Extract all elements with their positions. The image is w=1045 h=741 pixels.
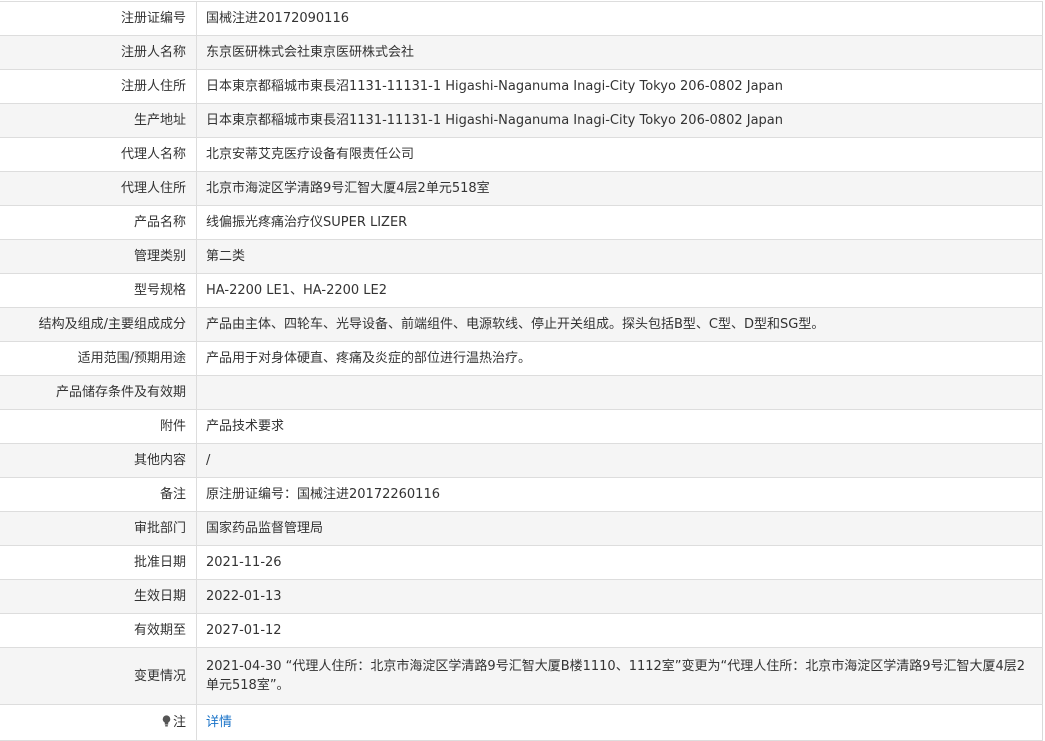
row-value: 产品由主体、四轮车、光导设备、前端组件、电源软线、停止开关组成。探头包括B型、C… xyxy=(196,307,1043,342)
table-row: 批准日期 2021-11-26 xyxy=(0,545,1043,580)
row-value: 东京医研株式会社東京医研株式会社 xyxy=(196,35,1043,70)
table-row: 变更情况 2021-04-30 “代理人住所：北京市海淀区学清路9号汇智大厦B楼… xyxy=(0,647,1043,705)
registration-detail-table: 注册证编号 国械注进20172090116 注册人名称 东京医研株式会社東京医研… xyxy=(0,1,1043,741)
row-value: 2021-11-26 xyxy=(196,545,1043,580)
table-row: 附件 产品技术要求 xyxy=(0,409,1043,444)
row-value: 日本東京都稲城市東長沼1131-11131-1 Higashi-Naganuma… xyxy=(196,103,1043,138)
row-label: 变更情况 xyxy=(0,647,197,705)
table-row: 生产地址 日本東京都稲城市東長沼1131-11131-1 Higashi-Nag… xyxy=(0,103,1043,138)
row-value: 国械注进20172090116 xyxy=(196,1,1043,36)
table-row: 注册人住所 日本東京都稲城市東長沼1131-11131-1 Higashi-Na… xyxy=(0,69,1043,104)
row-label: 有效期至 xyxy=(0,613,197,648)
table-row: 审批部门 国家药品监督管理局 xyxy=(0,511,1043,546)
row-label: 注册证编号 xyxy=(0,1,197,36)
row-value: 2021-04-30 “代理人住所：北京市海淀区学清路9号汇智大厦B楼1110、… xyxy=(196,647,1043,705)
table-row: 代理人住所 北京市海淀区学清路9号汇智大厦4层2单元518室 xyxy=(0,171,1043,206)
details-link[interactable]: 详情 xyxy=(206,715,232,730)
row-value: 产品用于对身体硬直、疼痛及炎症的部位进行温热治疗。 xyxy=(196,341,1043,376)
row-label: 管理类别 xyxy=(0,239,197,274)
table-row: 其他内容 / xyxy=(0,443,1043,478)
table-row: 备注 原注册证编号：国械注进20172260116 xyxy=(0,477,1043,512)
table-row: 适用范围/预期用途 产品用于对身体硬直、疼痛及炎症的部位进行温热治疗。 xyxy=(0,341,1043,376)
row-value: 原注册证编号：国械注进20172260116 xyxy=(196,477,1043,512)
table-row: 注册人名称 东京医研株式会社東京医研株式会社 xyxy=(0,35,1043,70)
row-label: 代理人名称 xyxy=(0,137,197,172)
row-label: 型号规格 xyxy=(0,273,197,308)
row-value: 北京市海淀区学清路9号汇智大厦4层2单元518室 xyxy=(196,171,1043,206)
table-row: 型号规格 HA-2200 LE1、HA-2200 LE2 xyxy=(0,273,1043,308)
row-label: 其他内容 xyxy=(0,443,197,478)
row-label: 审批部门 xyxy=(0,511,197,546)
row-label: 产品名称 xyxy=(0,205,197,240)
note-label-cell: 注 xyxy=(0,704,197,741)
row-value: / xyxy=(196,443,1043,478)
row-value: 国家药品监督管理局 xyxy=(196,511,1043,546)
table-row: 管理类别 第二类 xyxy=(0,239,1043,274)
row-label: 产品储存条件及有效期 xyxy=(0,375,197,410)
row-label: 结构及组成/主要组成成分 xyxy=(0,307,197,342)
lightbulb-icon xyxy=(162,715,171,727)
row-value: 产品技术要求 xyxy=(196,409,1043,444)
table-row: 产品储存条件及有效期 xyxy=(0,375,1043,410)
table-row: 生效日期 2022-01-13 xyxy=(0,579,1043,614)
row-label: 注册人住所 xyxy=(0,69,197,104)
row-value: 2027-01-12 xyxy=(196,613,1043,648)
row-value: HA-2200 LE1、HA-2200 LE2 xyxy=(196,273,1043,308)
row-value: 2022-01-13 xyxy=(196,579,1043,614)
table-row: 代理人名称 北京安蒂艾克医疗设备有限责任公司 xyxy=(0,137,1043,172)
table-row: 产品名称 线偏振光疼痛治疗仪SUPER LIZER xyxy=(0,205,1043,240)
row-label: 适用范围/预期用途 xyxy=(0,341,197,376)
row-value: 北京安蒂艾克医疗设备有限责任公司 xyxy=(196,137,1043,172)
row-label: 代理人住所 xyxy=(0,171,197,206)
row-value: 第二类 xyxy=(196,239,1043,274)
row-label: 批准日期 xyxy=(0,545,197,580)
note-value-cell: 详情 xyxy=(196,704,1043,741)
table-row: 有效期至 2027-01-12 xyxy=(0,613,1043,648)
row-label: 生产地址 xyxy=(0,103,197,138)
note-label: 注 xyxy=(172,715,186,730)
row-value: 线偏振光疼痛治疗仪SUPER LIZER xyxy=(196,205,1043,240)
note-row: 注 详情 xyxy=(0,704,1043,741)
table-row: 注册证编号 国械注进20172090116 xyxy=(0,1,1043,36)
row-label: 附件 xyxy=(0,409,197,444)
row-label: 生效日期 xyxy=(0,579,197,614)
row-label: 注册人名称 xyxy=(0,35,197,70)
row-value: 日本東京都稲城市東長沼1131-11131-1 Higashi-Naganuma… xyxy=(196,69,1043,104)
row-value xyxy=(196,375,1043,410)
row-label: 备注 xyxy=(0,477,197,512)
table-row: 结构及组成/主要组成成分 产品由主体、四轮车、光导设备、前端组件、电源软线、停止… xyxy=(0,307,1043,342)
